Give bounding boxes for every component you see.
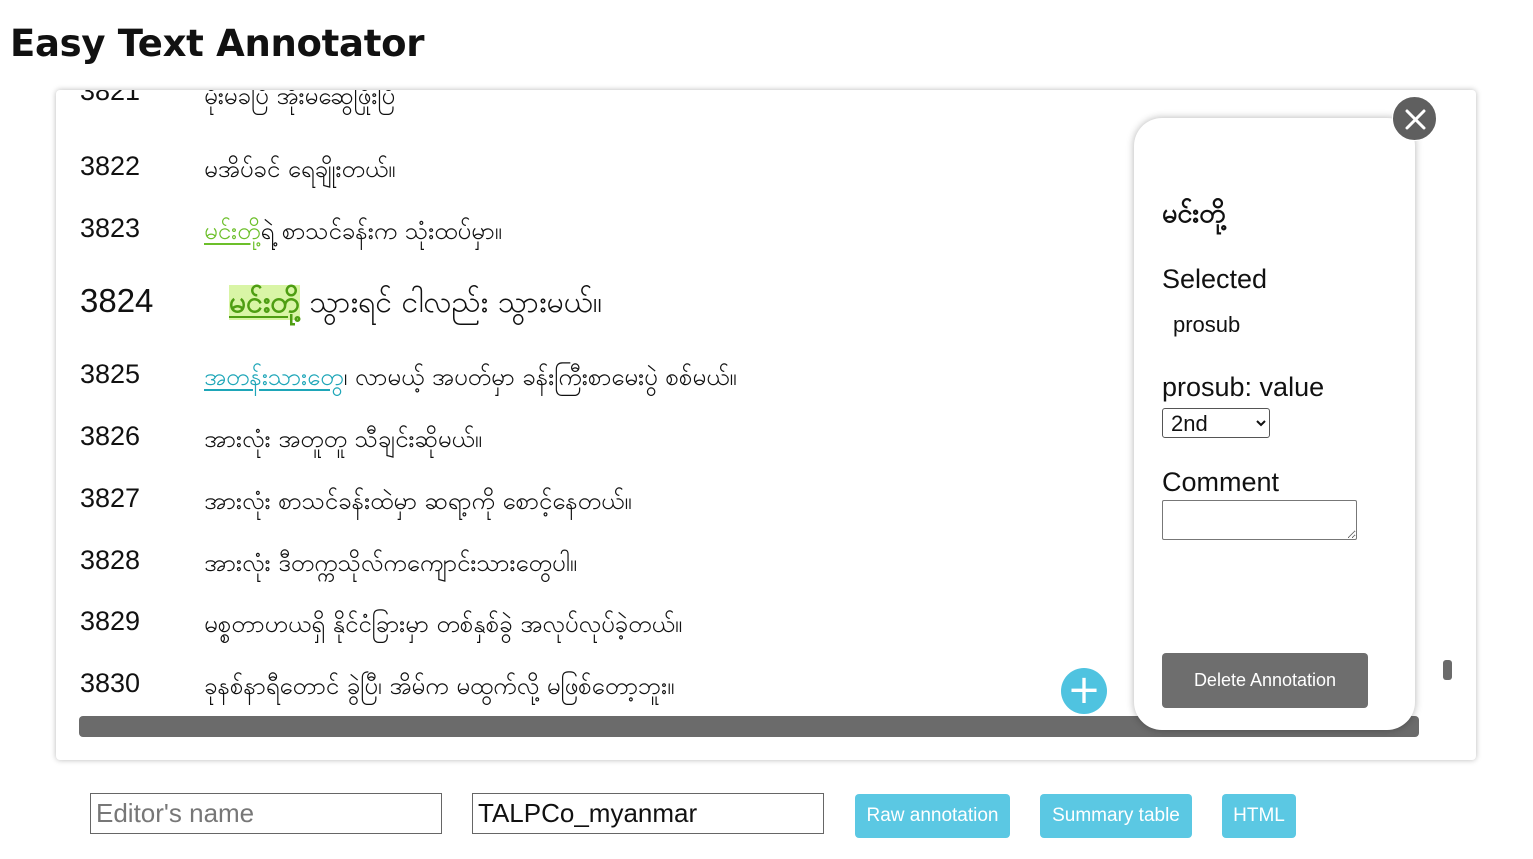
line-text: မိုးမခ​ပြီ အိုးမ​ဆွေ​ဖြိုး​ပြီ​ (204, 90, 396, 110)
value-label: prosub: value (1162, 372, 1325, 402)
annotated-token[interactable]: အတန်းသားတွေ (204, 363, 343, 391)
line-number: 3826 (80, 421, 141, 451)
add-annotation-button[interactable]: + (1061, 668, 1107, 714)
text-line-cutoff: 3821 မိုးမခ​ပြီ အိုးမ​ဆွေ​ဖြိုး​ပြီ​ (56, 90, 1116, 118)
line-text-rest: သွားရင် ငါလည်း သွားမယ်။ (299, 285, 602, 320)
selected-tag[interactable]: prosub (1173, 312, 1240, 338)
html-export-button[interactable]: HTML (1222, 794, 1296, 838)
line-number: 3827 (80, 483, 141, 513)
comment-label: Comment (1162, 467, 1280, 497)
selected-word: မင်းတို့ (1162, 198, 1226, 229)
vertical-scrollbar-thumb[interactable] (1443, 660, 1452, 680)
line-text: မင်းတို့ရဲ့ စာသင်ခန်းက သုံးထပ်မှာ။ (204, 215, 502, 251)
line-number: 3830 (80, 668, 141, 698)
editor-name-input[interactable] (90, 793, 442, 834)
line-text: အားလုံး စာသင်ခန်းထဲမှာ ဆရာ့ကို စောင့်နေတ… (204, 487, 632, 515)
line-text: မအိပ်ခင် ရေချိုးတယ်။ (204, 155, 396, 183)
annotation-panel: မင်းတို့ Selected prosub prosub: value 2… (1134, 118, 1415, 730)
line-text: အတန်းသားတွေ၊ လာမယ့် အပတ်မှာ ခန်းကြီးစာမေ… (204, 361, 737, 397)
line-number: 3823 (80, 213, 141, 243)
summary-table-button[interactable]: Summary table (1040, 794, 1192, 838)
line-number: 3824 (80, 282, 154, 319)
selected-annotated-token[interactable]: မင်းတို့ (229, 285, 300, 320)
line-number: 3821 (80, 90, 141, 106)
line-text: ခုနစ်နာရီတောင် ခွဲပြီ၊ အိမ်က မထွက်လို့ မ… (204, 672, 675, 700)
value-select[interactable]: 2nd (1162, 408, 1270, 438)
raw-annotation-button[interactable]: Raw annotation (855, 794, 1010, 838)
comment-textarea[interactable] (1162, 500, 1357, 540)
line-number: 3829 (80, 606, 141, 636)
line-text: အားလုံး ဒီတက္ကသိုလ်ကကျောင်းသားတွေပါ။ (204, 549, 578, 577)
delete-annotation-button[interactable]: Delete Annotation (1162, 653, 1368, 708)
line-number: 3828 (80, 545, 141, 575)
line-text: မင်းတို့ သွားရင် ငါလည်း သွားမယ်။ (229, 282, 602, 327)
plus-icon: + (1067, 667, 1101, 713)
line-number: 3822 (80, 151, 141, 181)
selected-label: Selected (1162, 264, 1268, 294)
close-panel-button[interactable] (1392, 96, 1437, 141)
app-title: Easy Text Annotator (10, 22, 425, 65)
line-number: 3825 (80, 359, 141, 389)
line-text-rest: ရဲ့ စာသင်ခန်းက သုံးထပ်မှာ။ (260, 217, 502, 245)
close-icon (1405, 109, 1426, 130)
line-text: အားလုံး အတူတူ သီချင်းဆိုမယ်။ (204, 425, 482, 453)
line-text-rest: ၊ လာမယ့် အပတ်မှာ ခန်းကြီးစာမေးပွဲ စစ်မယ်… (343, 363, 737, 391)
annotated-token[interactable]: မင်းတို့ (204, 217, 260, 245)
corpus-name-input[interactable] (472, 793, 824, 834)
line-text: မစ္စတာဟယရှိ နိုင်ငံခြားမှာ တစ်နှစ်ခွဲ အလ… (204, 610, 683, 638)
